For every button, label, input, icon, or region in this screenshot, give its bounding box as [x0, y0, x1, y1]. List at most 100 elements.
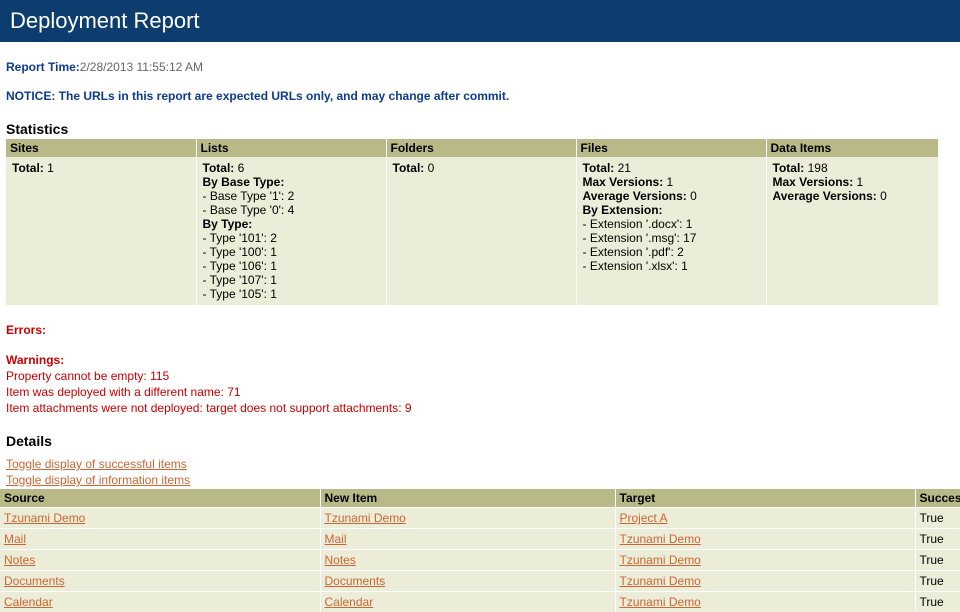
detail-new-item-link[interactable]: Calendar: [325, 595, 374, 609]
stats-header-sites: Sites: [6, 139, 196, 157]
detail-target-link[interactable]: Tzunami Demo: [620, 532, 701, 546]
details-header-source: Source: [0, 489, 320, 508]
warning-line: Property cannot be empty: 115: [6, 369, 954, 383]
table-row: Tzunami DemoTzunami DemoProject ATrueIn: [0, 508, 960, 529]
toggle-links: Toggle display of successful items Toggl…: [6, 457, 954, 487]
details-table: Source New Item Target Success L Tzunami…: [0, 489, 960, 612]
detail-success-cell: True: [915, 529, 960, 550]
files-by-extension-label: By Extension:: [583, 203, 760, 217]
detail-new-item-cell: Mail: [320, 529, 615, 550]
details-header-success: Success: [915, 489, 960, 508]
lists-type-line: - Type '105': 1: [203, 287, 380, 301]
detail-source-link[interactable]: Mail: [4, 532, 26, 546]
table-row: NotesNotesTzunami DemoTrueIn: [0, 550, 960, 571]
errors-heading: Errors:: [6, 323, 954, 337]
lists-type-line: - Type '107': 1: [203, 273, 380, 287]
files-total-label: Total:: [583, 161, 615, 175]
files-max-versions: 1: [667, 175, 674, 189]
stats-cell-files: Total: 21 Max Versions: 1 Average Versio…: [576, 157, 766, 305]
warning-line: Item attachments were not deployed: targ…: [6, 401, 954, 415]
table-row: MailMailTzunami DemoTrueIn: [0, 529, 960, 550]
sites-total: 1: [47, 161, 54, 175]
warning-line: Item was deployed with a different name:…: [6, 385, 954, 399]
lists-by-type-label: By Type:: [203, 217, 380, 231]
detail-success-cell: True: [915, 571, 960, 592]
statistics-heading: Statistics: [6, 121, 954, 137]
detail-new-item-cell: Calendar: [320, 592, 615, 612]
toggle-information-link[interactable]: Toggle display of information items: [6, 473, 954, 487]
detail-success-cell: True: [915, 592, 960, 612]
stats-header-data-items: Data Items: [766, 139, 939, 157]
files-extension-line: - Extension '.docx': 1: [583, 217, 760, 231]
stats-cell-data-items: Total: 198 Max Versions: 1 Average Versi…: [766, 157, 939, 305]
notice-text: NOTICE: The URLs in this report are expe…: [6, 89, 954, 103]
detail-new-item-cell: Documents: [320, 571, 615, 592]
page-title: Deployment Report: [10, 8, 200, 33]
lists-total-label: Total:: [203, 161, 235, 175]
detail-source-cell: Notes: [0, 550, 320, 571]
files-avg-versions: 0: [690, 189, 697, 203]
files-extension-line: - Extension '.msg': 17: [583, 231, 760, 245]
stats-header-folders: Folders: [386, 139, 576, 157]
statistics-table: Sites Lists Folders Files Data Items Tot…: [6, 139, 939, 305]
detail-source-link[interactable]: Tzunami Demo: [4, 511, 85, 525]
sites-total-label: Total:: [12, 161, 44, 175]
di-max-versions: 1: [857, 175, 864, 189]
detail-target-cell: Tzunami Demo: [615, 592, 915, 612]
stats-cell-folders: Total: 0: [386, 157, 576, 305]
detail-new-item-cell: Notes: [320, 550, 615, 571]
detail-new-item-link[interactable]: Documents: [325, 574, 386, 588]
detail-source-link[interactable]: Calendar: [4, 595, 53, 609]
folders-total: 0: [428, 161, 435, 175]
detail-target-link[interactable]: Tzunami Demo: [620, 553, 701, 567]
lists-type-line: - Type '100': 1: [203, 245, 380, 259]
lists-base-type-line: - Base Type '0': 4: [203, 203, 380, 217]
stats-header-files: Files: [576, 139, 766, 157]
di-total-label: Total:: [773, 161, 805, 175]
di-total: 198: [808, 161, 828, 175]
detail-source-cell: Documents: [0, 571, 320, 592]
report-time: Report Time:2/28/2013 11:55:12 AM: [6, 60, 954, 74]
detail-target-link[interactable]: Tzunami Demo: [620, 574, 701, 588]
folders-total-label: Total:: [393, 161, 425, 175]
di-avg-versions-label: Average Versions:: [773, 189, 877, 203]
detail-target-link[interactable]: Project A: [620, 511, 668, 525]
page-header: Deployment Report: [0, 0, 960, 42]
detail-new-item-cell: Tzunami Demo: [320, 508, 615, 529]
detail-new-item-link[interactable]: Mail: [325, 532, 347, 546]
di-avg-versions: 0: [880, 189, 887, 203]
detail-target-link[interactable]: Tzunami Demo: [620, 595, 701, 609]
files-avg-versions-label: Average Versions:: [583, 189, 687, 203]
details-header-target: Target: [615, 489, 915, 508]
detail-source-link[interactable]: Documents: [4, 574, 65, 588]
details-heading: Details: [6, 433, 954, 449]
di-max-versions-label: Max Versions:: [773, 175, 854, 189]
lists-base-type-line: - Base Type '1': 2: [203, 189, 380, 203]
report-time-label: Report Time:: [6, 60, 80, 74]
lists-type-line: - Type '106': 1: [203, 259, 380, 273]
files-extension-line: - Extension '.pdf': 2: [583, 245, 760, 259]
detail-target-cell: Project A: [615, 508, 915, 529]
stats-cell-lists: Total: 6 By Base Type: - Base Type '1': …: [196, 157, 386, 305]
table-row: DocumentsDocumentsTzunami DemoTrueIn: [0, 571, 960, 592]
details-header-new-item: New Item: [320, 489, 615, 508]
detail-new-item-link[interactable]: Notes: [325, 553, 356, 567]
warnings-heading: Warnings:: [6, 353, 954, 367]
files-total: 21: [618, 161, 631, 175]
lists-type-line: - Type '101': 2: [203, 231, 380, 245]
detail-target-cell: Tzunami Demo: [615, 550, 915, 571]
detail-source-cell: Calendar: [0, 592, 320, 612]
lists-total: 6: [238, 161, 245, 175]
stats-header-lists: Lists: [196, 139, 386, 157]
report-time-value: 2/28/2013 11:55:12 AM: [80, 60, 203, 74]
detail-target-cell: Tzunami Demo: [615, 529, 915, 550]
lists-by-base-type-label: By Base Type:: [203, 175, 380, 189]
detail-success-cell: True: [915, 550, 960, 571]
detail-success-cell: True: [915, 508, 960, 529]
errors-block: Errors: Warnings: Property cannot be emp…: [6, 323, 954, 415]
detail-new-item-link[interactable]: Tzunami Demo: [325, 511, 406, 525]
detail-target-cell: Tzunami Demo: [615, 571, 915, 592]
toggle-successful-link[interactable]: Toggle display of successful items: [6, 457, 954, 471]
detail-source-link[interactable]: Notes: [4, 553, 35, 567]
detail-source-cell: Tzunami Demo: [0, 508, 320, 529]
